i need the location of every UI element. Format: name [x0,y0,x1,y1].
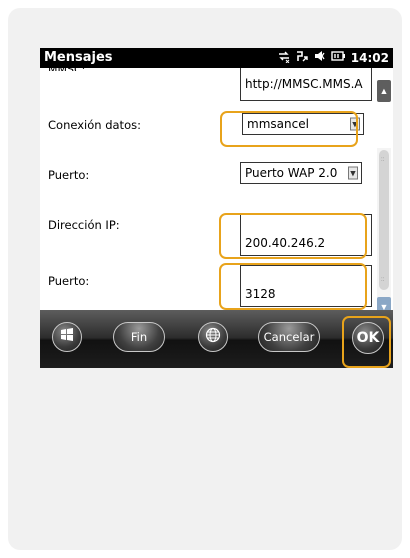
phone-screen: Mensajes 14:02 MMSC: http://MMSC.MMS.A C… [40,48,393,368]
clock: 14:02 [350,50,389,65]
status-bar: Mensajes 14:02 [40,48,393,68]
app-title: Mensajes [44,50,113,65]
status-icons[interactable]: 14:02 [277,49,389,66]
highlight-conexion [220,111,358,147]
speaker-icon [313,49,327,66]
cancel-button[interactable]: Cancelar [258,322,320,352]
mmsc-field[interactable]: http://MMSC.MMS.A [240,68,372,101]
highlight-ok [342,316,391,368]
highlight-ip [219,213,367,259]
conexion-datos-label: Conexión datos: [48,118,141,132]
globe-icon [205,327,221,348]
windows-logo-icon [59,327,75,348]
fin-button[interactable]: Fin [113,322,165,352]
cut-off-label: MMSC: [48,68,85,71]
scrollbar-thumb[interactable] [379,150,389,290]
puerto-wap-label: Puerto: [48,168,90,182]
dropdown-arrow-icon[interactable]: ▼ [348,166,358,180]
puerto-wap-select[interactable]: Puerto WAP 2.0 ▼ [240,162,362,184]
scroll-down-icon[interactable]: ▼ [377,297,391,310]
battery-icon [331,49,347,66]
form-content[interactable]: MMSC: http://MMSC.MMS.A Conexión datos: … [40,68,393,310]
globe-button[interactable] [198,322,228,352]
data-connection-icon [295,49,309,66]
signal-arrows-icon [277,49,291,66]
scrollbar-grip-top: :: [381,157,385,163]
highlight-port [219,263,367,310]
scroll-up-icon[interactable]: ▲ [377,80,391,102]
puerto-label: Puerto: [48,274,90,288]
start-button[interactable] [52,322,82,352]
scrollbar-grip-bottom: :: [381,277,385,283]
direccion-ip-label: Dirección IP: [48,218,120,232]
softkey-bar: Fin Cancelar OK [40,310,393,368]
